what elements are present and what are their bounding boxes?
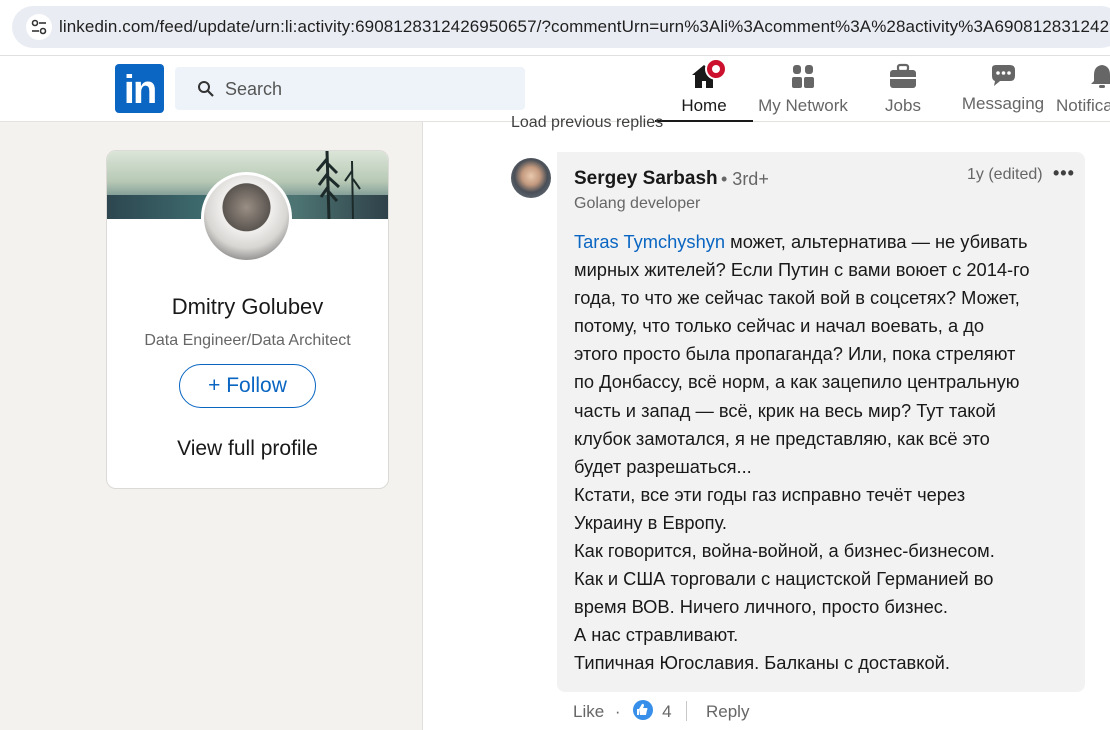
profile-card: Dmitry Golubev Data Engineer/Data Archit…: [106, 150, 389, 489]
nav-notifications[interactable]: Notifica: [1055, 56, 1110, 122]
nav-my-network[interactable]: My Network: [752, 56, 854, 122]
load-previous-replies[interactable]: Load previous replies: [511, 114, 663, 132]
comment-line: этого просто была пропаганда? Или, пока …: [574, 343, 1016, 365]
reply-button[interactable]: Reply: [706, 702, 749, 721]
search-box[interactable]: Search: [175, 67, 525, 110]
comment-thread: Load previous replies Sergey Sarbash • 3…: [422, 114, 1110, 730]
nav-messaging-label: Messaging: [961, 94, 1045, 113]
divider: [686, 701, 688, 721]
notification-badge: [705, 58, 727, 80]
comment-line: года, то что же сейчас такой вой в соцсе…: [574, 287, 1020, 309]
like-reaction-icon[interactable]: [633, 700, 654, 720]
more-options-icon[interactable]: •••: [1053, 163, 1075, 184]
comment-line: Типичная Югославия. Балканы с доставкой.: [574, 652, 950, 674]
commenter-avatar[interactable]: [511, 158, 551, 198]
nav-notifications-label: Notifica: [1056, 96, 1110, 115]
view-full-profile-link[interactable]: View full profile: [107, 437, 388, 461]
nav-messaging[interactable]: Messaging: [958, 56, 1048, 122]
linkedin-logo[interactable]: in: [115, 64, 164, 113]
comment-line: потому, что только сейчас и начал воеват…: [574, 315, 985, 337]
search-input[interactable]: Search: [225, 79, 282, 100]
comment-text: Taras Tymchyshyn может, альтернатива — н…: [574, 228, 1074, 678]
reaction-count[interactable]: 4: [662, 702, 671, 721]
plus-icon: +: [208, 374, 221, 397]
comment-line: Как говорится, война-войной, а бизнес-би…: [574, 540, 995, 562]
comment-line: клубок замотался, я не представляю, как …: [574, 427, 990, 449]
comment-line: часть и запад — всё, крик на весь мир? Т…: [574, 399, 996, 421]
comment-line: будет разрешаться...: [574, 455, 752, 477]
follow-label: Follow: [226, 374, 287, 397]
comment-line: Кстати, все эти годы газ исправно течёт …: [574, 483, 966, 505]
comment-timestamp: 1y (edited): [967, 166, 1043, 183]
comment-line: А нас стравливают.: [574, 624, 739, 646]
tree-decoration: [315, 151, 361, 219]
comment-actions: Like · 4 Reply: [573, 700, 749, 722]
profile-title: Data Engineer/Data Architect: [144, 332, 351, 349]
comment-line: мирных жителей? Если Путин с вами воюет …: [574, 259, 1030, 281]
nav-home-label: Home: [681, 96, 727, 115]
site-settings-icon[interactable]: [26, 14, 52, 40]
nav-home[interactable]: Home: [655, 56, 753, 122]
comment-line: время ВОВ. Ничего личного, просто бизнес…: [574, 596, 948, 618]
comment-line: Украину в Европу.: [574, 511, 727, 533]
comment-line: по Донбассу, всё норм, а как зацепило це…: [574, 371, 1020, 393]
browser-url-bar: linkedin.com/feed/update/urn:li:activity…: [0, 0, 1110, 56]
top-nav: in Search Home My Network Jobs Messaging…: [0, 56, 1110, 122]
nav-my-network-label: My Network: [758, 96, 848, 115]
network-icon: [792, 65, 814, 88]
address-field[interactable]: linkedin.com/feed/update/urn:li:activity…: [12, 6, 1110, 48]
comment-author-headline: Golang developer: [574, 195, 701, 212]
mention-link[interactable]: Taras Tymchyshyn: [574, 231, 725, 252]
comment-author[interactable]: Sergey Sarbash: [574, 168, 718, 190]
profile-name[interactable]: Dmitry Golubev: [107, 294, 388, 320]
like-button[interactable]: Like: [573, 702, 604, 721]
nav-jobs[interactable]: Jobs: [860, 56, 946, 122]
nav-jobs-label: Jobs: [885, 96, 921, 115]
briefcase-icon: [890, 63, 916, 88]
profile-avatar[interactable]: [201, 172, 292, 263]
search-icon: [198, 81, 214, 97]
comment-bubble: Sergey Sarbash • 3rd+ Golang developer 1…: [557, 152, 1085, 692]
bell-icon: [1091, 65, 1110, 88]
url-text[interactable]: linkedin.com/feed/update/urn:li:activity…: [59, 17, 1109, 37]
follow-button[interactable]: + Follow: [179, 364, 316, 408]
connection-degree: • 3rd+: [721, 169, 769, 189]
comment-line: Как и США торговали с нацистской Германи…: [574, 568, 994, 590]
chat-icon: [992, 65, 1015, 86]
separator-dot: ·: [614, 702, 621, 721]
